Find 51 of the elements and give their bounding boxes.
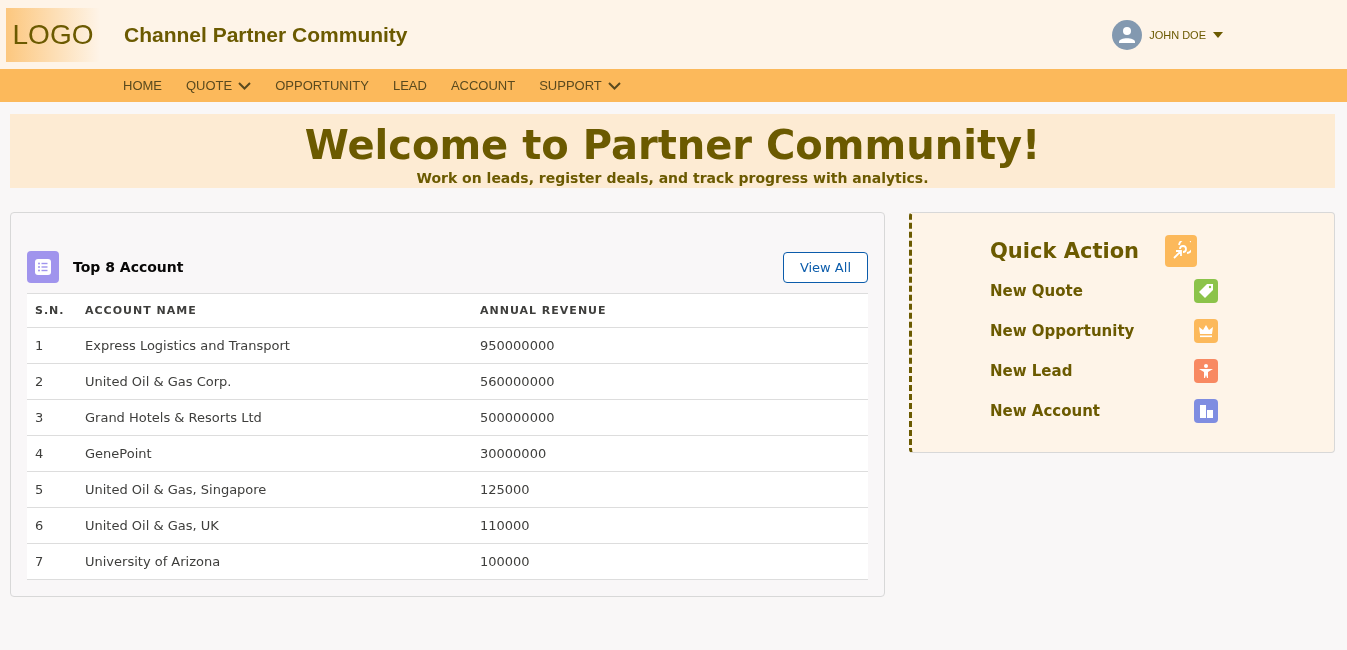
table-cell: United Oil & Gas, Singapore: [77, 471, 472, 508]
table-cell: 950000000: [472, 327, 868, 364]
table-cell: 560000000: [472, 363, 868, 400]
table-cell: GenePoint: [77, 435, 472, 472]
building-icon[interactable]: [1194, 399, 1218, 423]
table-cell: 30000000: [472, 435, 868, 472]
nav-link[interactable]: SUPPORT: [527, 78, 633, 93]
crown-icon[interactable]: [1194, 319, 1218, 343]
column-header: S.N.: [27, 293, 77, 328]
site-title: Channel Partner Community: [124, 22, 408, 47]
table-cell: United Oil & Gas Corp.: [77, 363, 472, 400]
view-all-button[interactable]: View All: [782, 251, 868, 283]
table-cell: 6: [27, 507, 77, 544]
chevron-down-icon: [238, 81, 252, 90]
welcome-subtitle: Work on leads, register deals, and track progress with analytics.: [415, 170, 930, 186]
table-cell: United Oil & Gas, UK: [77, 507, 472, 544]
list-icon: [27, 251, 59, 283]
quick-action-title: Quick Action: [990, 239, 1140, 263]
quick-action-link[interactable]: New Account: [990, 402, 1194, 420]
welcome-title: Welcome to Partner Community!: [303, 122, 1042, 168]
chevron-down-icon: [607, 81, 621, 90]
table-cell: 100000: [472, 543, 868, 580]
quick-action-link[interactable]: New Quote: [990, 282, 1194, 300]
table-cell: 1: [27, 327, 77, 364]
quick-action-link[interactable]: New Opportunity: [990, 322, 1194, 340]
card-title: Top 8 Account: [73, 259, 184, 275]
nav-link[interactable]: OPPORTUNITY: [263, 78, 381, 93]
table-cell: 3: [27, 399, 77, 436]
table-cell: 7: [27, 543, 77, 580]
column-header: ANNUAL REVENUE: [472, 293, 868, 328]
user-name[interactable]: JOHN DOE: [1149, 28, 1206, 41]
table-cell: 5: [27, 471, 77, 508]
column-header: ACCOUNT NAME: [77, 293, 472, 328]
table-cell: 500000000: [472, 399, 868, 436]
person-icon[interactable]: [1194, 359, 1218, 383]
logo: LOGO: [6, 7, 100, 62]
nav-link[interactable]: QUOTE: [174, 78, 264, 93]
table-cell: 2: [27, 363, 77, 400]
table-cell: Express Logistics and Transport: [77, 327, 472, 364]
table-cell: Grand Hotels & Resorts Ltd: [77, 399, 472, 436]
nav-link[interactable]: LEAD: [380, 78, 439, 93]
table-cell: University of Arizona: [77, 543, 472, 580]
tag-icon[interactable]: [1194, 279, 1218, 303]
table-cell: 125000: [472, 471, 868, 508]
nav-link[interactable]: HOME: [111, 78, 174, 93]
table-cell: 4: [27, 435, 77, 472]
caret-icon[interactable]: [1213, 31, 1223, 38]
nav-link[interactable]: ACCOUNT: [438, 78, 528, 93]
avatar-icon[interactable]: [1112, 19, 1143, 50]
table-cell: 110000: [472, 507, 868, 544]
quick-action-link[interactable]: New Lead: [990, 362, 1194, 380]
